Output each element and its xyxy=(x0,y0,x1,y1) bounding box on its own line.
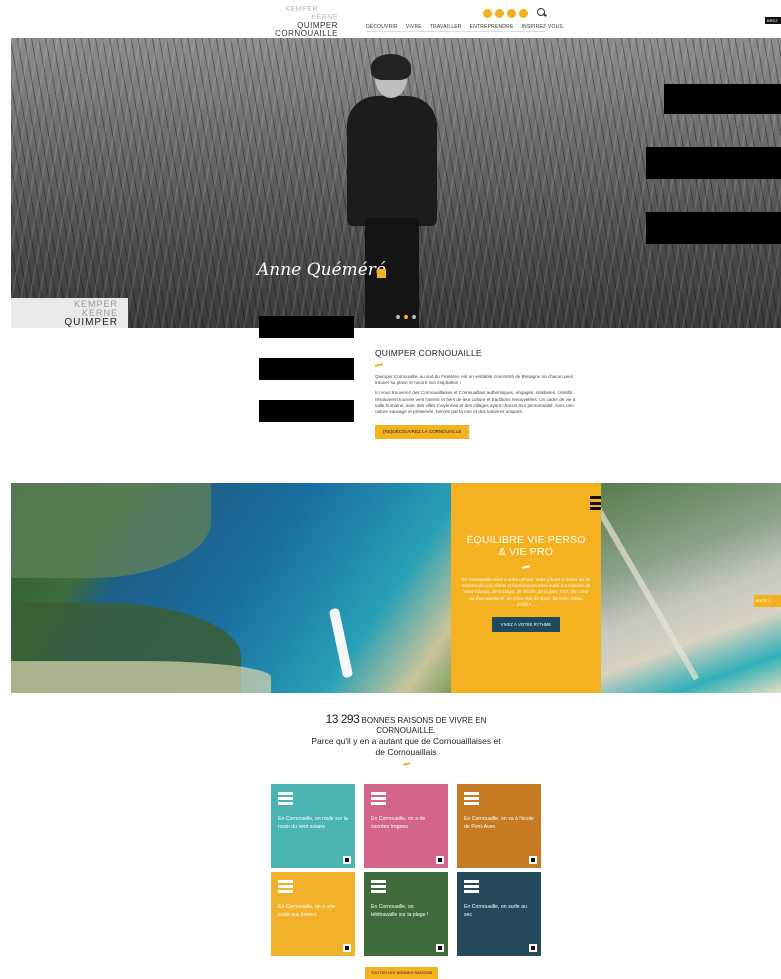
facebook-icon[interactable] xyxy=(483,8,492,18)
redacted-block xyxy=(646,212,781,244)
live-your-rhythm-button[interactable]: VIVEZ À VOTRE RYTHME xyxy=(491,617,561,633)
site-logo[interactable]: KEMPER KERNE QUIMPER CORNOUAILLE xyxy=(268,6,338,38)
hero-signature: Anne Quéméré xyxy=(257,260,386,280)
accent-dash xyxy=(402,762,410,766)
hero-banner: Anne Quéméré xyxy=(11,38,781,328)
carousel-dot[interactable] xyxy=(412,315,416,319)
menu-icon xyxy=(464,792,534,805)
logo-line-kemper: KEMPER xyxy=(285,6,318,13)
hero-carousel-dots[interactable] xyxy=(396,315,416,319)
feature-title-line2: & VIE PRO xyxy=(498,546,554,558)
main-nav: DÉCOUVRIR VIVRE TRAVAILLER ENTREPRENDRE … xyxy=(366,24,563,30)
corner-arrow-icon xyxy=(343,944,351,952)
reason-card-text: En Cornouaille, on surfe au sec xyxy=(464,903,527,918)
reason-card[interactable]: En Cornouaille, on télétravaille sur la … xyxy=(364,872,448,956)
twitter-icon[interactable] xyxy=(495,8,504,18)
reason-card[interactable]: En Cornouaille, on roule sur la route du… xyxy=(271,784,355,868)
intro-paragraph: Quimper Cornouaille, au sud du Finistère… xyxy=(375,374,573,386)
carousel-dot-active[interactable] xyxy=(404,315,408,319)
reasons-subtitle: Parce qu'il y en a autant que de Cornoua… xyxy=(311,736,501,757)
hero-logo-badge: KEMPER KERNE QUIMPER xyxy=(11,298,128,328)
reason-card-text: En Cornouaille, on télétravaille sur la … xyxy=(371,903,429,918)
work-life-balance-card: ÉQUILIBRE VIE PERSO & VIE PRO En Cornoua… xyxy=(451,483,612,693)
hero-portrait xyxy=(337,54,447,328)
reason-card[interactable]: En Cornouaille, on va à l'école de Pont-… xyxy=(457,784,541,868)
corner-arrow-icon xyxy=(343,856,351,864)
menu-icon xyxy=(464,880,534,893)
instagram-icon[interactable] xyxy=(507,8,516,18)
reason-card[interactable]: En Cornouaille, on a de sacrées trognes xyxy=(364,784,448,868)
corner-arrow-icon xyxy=(436,944,444,952)
reasons-title: BONNES RAISONS DE VIVRE EN CORNOUAILLE. xyxy=(359,716,487,735)
intro-section: QUIMPER CORNOUAILLE Quimper Cornouaille,… xyxy=(374,348,580,440)
intro-paragraph: Ici vous trouverez des Cornouaillaises e… xyxy=(375,390,576,415)
reason-card-text: En Cornouaille, on a une carte aux tréso… xyxy=(278,903,336,918)
accent-dash xyxy=(374,363,384,367)
language-tag[interactable]: BREZ xyxy=(765,17,781,24)
carousel-dot[interactable] xyxy=(396,315,400,319)
nav-item-inspirez-vous[interactable]: INSPIREZ-VOUS xyxy=(521,24,563,30)
all-reasons-button[interactable]: TOUTES LES BONNES RAISONS xyxy=(365,967,439,979)
reasons-count: 13 293 xyxy=(325,712,360,726)
corner-arrow-icon xyxy=(436,856,444,864)
redacted-block xyxy=(259,316,354,338)
nav-item-entreprendre[interactable]: ENTREPRENDRE xyxy=(470,24,514,30)
menu-icon xyxy=(371,792,441,805)
reason-card[interactable]: En Cornouaille, on surfe au sec xyxy=(457,872,541,956)
nav-item-decouvrir[interactable]: DÉCOUVRIR xyxy=(366,24,398,30)
redacted-block xyxy=(259,358,354,380)
search-icon[interactable] xyxy=(537,8,547,18)
corner-arrow-icon xyxy=(529,856,537,864)
reason-card-text: En Cornouaille, on a de sacrées trognes xyxy=(371,815,426,830)
gulf-aerial-photo xyxy=(11,483,451,693)
reason-card-text: En Cornouaille, on va à l'école de Pont-… xyxy=(464,815,534,830)
redacted-block xyxy=(646,147,781,179)
site-header: KEMPER KERNE QUIMPER CORNOUAILLE DÉCOUVR… xyxy=(0,0,781,38)
menu-icon xyxy=(278,792,348,805)
feature-text: En Cornouaille vivez à votre rythme. Vot… xyxy=(461,577,591,607)
accent-dash xyxy=(521,565,531,569)
corner-arrow-icon xyxy=(529,944,537,952)
intro-title: QUIMPER CORNOUAILLE xyxy=(375,348,482,358)
youtube-icon[interactable] xyxy=(519,8,528,18)
discover-cornouaille-button[interactable]: (RE)DÉCOUVREZ LA CORNOUAILLE xyxy=(375,425,470,440)
nav-item-travailler[interactable]: TRAVAILLER xyxy=(430,24,462,30)
reason-card[interactable]: En Cornouaille, on a une carte aux tréso… xyxy=(271,872,355,956)
menu-icon xyxy=(371,880,441,893)
feature-title: ÉQUILIBRE VIE PERSO & VIE PRO xyxy=(451,534,601,558)
coastal-town-aerial-photo xyxy=(601,483,781,693)
feature-title-line1: ÉQUILIBRE VIE PERSO xyxy=(466,534,586,546)
social-links xyxy=(483,8,547,18)
toolbox-side-tab[interactable]: BOITE À xyxy=(754,595,781,607)
redacted-block xyxy=(259,400,354,422)
nav-item-vivre[interactable]: VIVRE xyxy=(406,24,422,30)
signature-badge-icon xyxy=(377,269,386,278)
nav-divider xyxy=(366,31,546,32)
redacted-block xyxy=(664,84,781,114)
reasons-heading: 13 293 BONNES RAISONS DE VIVRE EN CORNOU… xyxy=(311,712,501,766)
menu-icon xyxy=(278,880,348,893)
logo-line-cornouaille: CORNOUAILLE xyxy=(275,29,338,38)
reason-card-text: En Cornouaille, on roule sur la route du… xyxy=(278,815,348,830)
hero-logo-quimper: QUIMPER xyxy=(64,317,118,328)
